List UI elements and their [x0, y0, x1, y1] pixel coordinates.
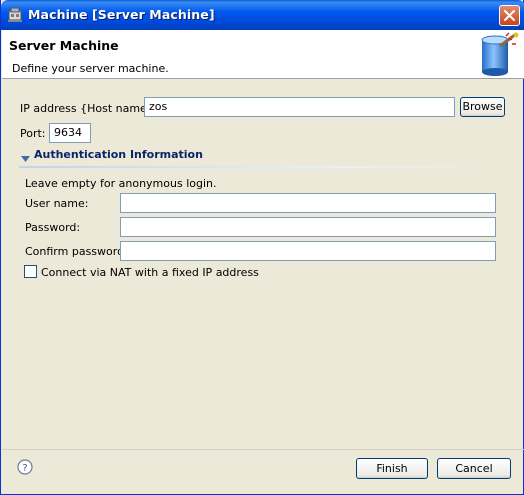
user-name-label: User name:: [25, 197, 89, 210]
section-divider: [19, 166, 487, 168]
user-name-field[interactable]: [120, 193, 496, 213]
server-machine-icon: [476, 32, 520, 78]
finish-button[interactable]: Finish: [356, 458, 428, 479]
page-title: Server Machine: [9, 38, 119, 53]
svg-text:?: ?: [22, 463, 27, 474]
password-label: Password:: [25, 221, 81, 234]
confirm-password-label: Confirm password:: [25, 245, 128, 258]
ip-address-field[interactable]: zos: [144, 97, 455, 117]
window-title: Machine [Server Machine]: [28, 7, 215, 22]
triangle-down-icon: [21, 152, 30, 165]
cancel-button[interactable]: Cancel: [437, 458, 511, 479]
port-field[interactable]: 9634: [49, 123, 91, 143]
browse-button[interactable]: Browse: [460, 97, 505, 117]
nat-checkbox[interactable]: [24, 265, 37, 278]
close-button[interactable]: [499, 5, 520, 26]
confirm-password-field[interactable]: [120, 241, 496, 261]
password-field[interactable]: [120, 217, 496, 237]
dialog-window: Machine [Server Machine] Server Machine …: [0, 0, 524, 495]
footer-divider: [2, 449, 524, 450]
close-icon: [504, 10, 515, 21]
nat-label[interactable]: Connect via NAT with a fixed IP address: [41, 266, 259, 279]
title-bar[interactable]: Machine [Server Machine]: [1, 0, 524, 30]
page-description: Define your server machine.: [12, 62, 169, 75]
anonymous-hint: Leave empty for anonymous login.: [25, 177, 217, 190]
machine-icon: [7, 7, 23, 23]
ip-address-label: IP address {Host name}:: [20, 102, 158, 115]
auth-section-header[interactable]: Authentication Information: [19, 147, 489, 165]
port-label: Port:: [20, 127, 46, 140]
header-banner: Server Machine Define your server machin…: [2, 30, 524, 79]
auth-section-title: Authentication Information: [34, 148, 203, 161]
help-icon[interactable]: ?: [17, 459, 33, 475]
